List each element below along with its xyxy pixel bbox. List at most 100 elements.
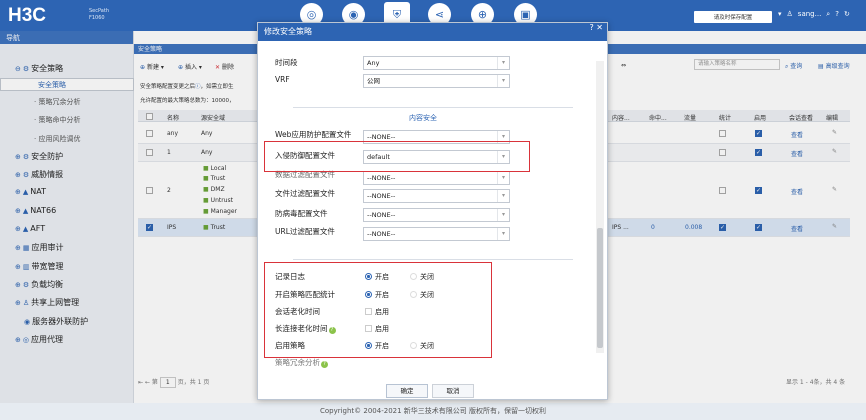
url-filter-label: URL过滤配置文件 — [275, 227, 335, 236]
sidebar-item-security-policy[interactable]: ⊖ ⚙ 安全策略 — [15, 63, 63, 74]
info-line-2: 允许配置的最大策略总数为：10000， — [140, 98, 235, 104]
expand-icon[interactable]: ⊕ — [15, 244, 21, 252]
stats-checkbox[interactable] — [719, 187, 726, 194]
enable-checkbox[interactable]: ✓ — [755, 224, 762, 231]
close-icon[interactable]: ✕ — [596, 23, 603, 32]
page-number-input[interactable]: 1 — [159, 377, 176, 388]
audit-icon: ▦ — [22, 244, 30, 252]
expand-icon[interactable]: ⊕ — [15, 336, 21, 344]
row-checkbox[interactable] — [146, 149, 153, 156]
antivirus-select[interactable]: --NONE-- ▾ — [363, 208, 510, 222]
sidebar-title: 导航 — [0, 31, 133, 44]
sidebar-item-aft[interactable]: ⊕ ▲ AFT — [15, 224, 45, 233]
sidebar-item-redundancy[interactable]: · 策略冗余分析 — [34, 97, 80, 107]
expand-icon[interactable]: ⊕ — [15, 299, 21, 307]
product-line-1: SecPath — [89, 8, 109, 14]
expand-icon[interactable]: ⊕ — [15, 207, 21, 215]
col-src-zone[interactable]: 源安全域 — [201, 113, 225, 122]
query-button[interactable]: ⌕ 查询 — [785, 61, 802, 71]
col-stats[interactable]: 统计 — [719, 113, 731, 122]
sidebar-item-server-protect[interactable]: ◉ 服务器外联防护 — [24, 316, 88, 327]
expand-icon[interactable]: ⊖ — [15, 65, 21, 73]
time-range-label: 时间段 — [275, 58, 298, 67]
sidebar-item-nat[interactable]: ⊕ ▲ NAT — [15, 187, 46, 196]
save-config-button[interactable]: 请及时保存配置 — [694, 11, 772, 23]
view-link[interactable]: 查看 — [791, 187, 803, 196]
vrf-select[interactable]: 公网 ▾ — [363, 74, 510, 88]
search-icon[interactable]: ⌕ — [826, 10, 830, 19]
highlight-ips-box — [264, 141, 530, 172]
sidebar-item-nat66[interactable]: ⊕ ▲ NAT66 — [15, 206, 56, 215]
expand-icon[interactable]: ⊕ — [15, 171, 21, 179]
sidebar-item-load-balance[interactable]: ⊕ ⚙ 负载均衡 — [15, 279, 63, 290]
sidebar-item-app-risk[interactable]: · 应用风险调优 — [34, 134, 80, 144]
help-icon[interactable]: ? — [835, 10, 839, 19]
delete-button[interactable]: ✕ 删除 — [215, 62, 234, 71]
expand-icon[interactable]: ⊕ — [15, 281, 21, 289]
col-enable[interactable]: 启用 — [754, 113, 766, 122]
stats-checkbox[interactable] — [719, 149, 726, 156]
zone-icon: ■ — [203, 208, 209, 215]
stats-checkbox[interactable] — [719, 130, 726, 137]
view-link[interactable]: 查看 — [791, 224, 803, 233]
threat-icon: ⚙ — [22, 171, 30, 179]
file-filter-select[interactable]: --NONE-- ▾ — [363, 189, 510, 203]
enable-checkbox[interactable]: ✓ — [755, 149, 762, 156]
dropdown-icon[interactable]: ▾ — [778, 10, 782, 19]
col-flow[interactable]: 流量 — [684, 113, 696, 122]
row-checkbox[interactable] — [146, 130, 153, 137]
data-filter-select[interactable]: --NONE-- ▾ — [363, 171, 510, 185]
stats-checkbox[interactable]: ✓ — [719, 224, 726, 231]
advanced-query-button[interactable]: ▤ 高级查询 — [818, 61, 850, 70]
col-edit[interactable]: 编辑 — [826, 113, 838, 122]
help-icon[interactable]: ? — [590, 23, 594, 32]
edit-icon[interactable]: ✎ — [832, 129, 837, 136]
enable-checkbox[interactable]: ✓ — [755, 130, 762, 137]
ok-button[interactable]: 确定 — [386, 384, 428, 398]
edit-icon[interactable]: ✎ — [832, 186, 837, 193]
url-filter-select[interactable]: --NONE-- ▾ — [363, 227, 510, 241]
scrollbar-thumb[interactable] — [597, 228, 603, 348]
user-icon[interactable]: ♙ — [787, 10, 793, 19]
sidebar-item-shared-access[interactable]: ⊕ ♙ 共享上网管理 — [15, 297, 79, 308]
search-input[interactable]: 请输入策略名称 — [694, 59, 780, 70]
sidebar-item-hit-analysis[interactable]: · 策略命中分析 — [34, 115, 80, 125]
zone-icon: ■ — [203, 224, 209, 231]
sidebar-item-bandwidth[interactable]: ⊕ ▥ 带宽管理 — [15, 261, 64, 272]
first-page-icon[interactable]: ⇤ — [138, 379, 143, 386]
expand-icon[interactable]: ⊕ — [15, 188, 21, 196]
view-link[interactable]: 查看 — [791, 149, 803, 158]
cancel-button[interactable]: 取消 — [432, 384, 474, 398]
sidebar-item-protection[interactable]: ⊕ ⚙ 安全防护 — [15, 151, 63, 162]
select-all-checkbox[interactable] — [146, 113, 153, 120]
expand-icon[interactable]: ⊕ — [15, 263, 21, 271]
col-content[interactable]: 内容... — [612, 113, 630, 122]
view-link[interactable]: 查看 — [791, 130, 803, 139]
row-checkbox[interactable] — [146, 187, 153, 194]
sidebar-item-app-proxy[interactable]: ⊕ ◎ 应用代理 — [15, 334, 63, 345]
new-button[interactable]: ⊕ 新建 ▾ — [140, 62, 164, 71]
refresh-icon[interactable]: ↻ — [844, 10, 850, 19]
prev-page-icon[interactable]: ← — [145, 379, 150, 386]
edit-icon[interactable]: ✎ — [832, 223, 837, 230]
chevron-down-icon: ▾ — [497, 209, 509, 221]
col-view[interactable]: 会话查看 — [789, 113, 813, 122]
time-range-select[interactable]: Any ▾ — [363, 56, 510, 70]
col-hit-count[interactable]: 命中... — [649, 113, 667, 122]
expand-icon[interactable]: ⊕ — [15, 153, 21, 161]
sidebar-item-policy[interactable]: 安全策略 — [0, 78, 134, 91]
expand-icon[interactable]: ⊕ — [15, 225, 21, 233]
top-right-tools: ▾ ♙ sang... ⌕ ? ↻ — [778, 10, 850, 19]
insert-button[interactable]: ⊕ 插入 ▾ — [178, 62, 202, 71]
enable-checkbox[interactable]: ✓ — [755, 187, 762, 194]
col-name[interactable]: 名称 — [167, 113, 179, 122]
chevron-down-icon: ▾ — [497, 75, 509, 87]
sidebar-item-threat-intel[interactable]: ⊕ ⚙ 威胁情报 — [15, 169, 63, 180]
user-name[interactable]: sang... — [798, 10, 822, 19]
row-checkbox[interactable]: ✓ — [146, 224, 153, 231]
edit-icon[interactable]: ✎ — [832, 148, 837, 155]
sidebar-item-app-audit[interactable]: ⊕ ▦ 应用审计 — [15, 242, 64, 253]
help-icon[interactable]: ? — [321, 361, 328, 368]
filter-icon[interactable]: ⇔ — [621, 62, 626, 69]
chevron-down-icon: ▾ — [497, 57, 509, 69]
